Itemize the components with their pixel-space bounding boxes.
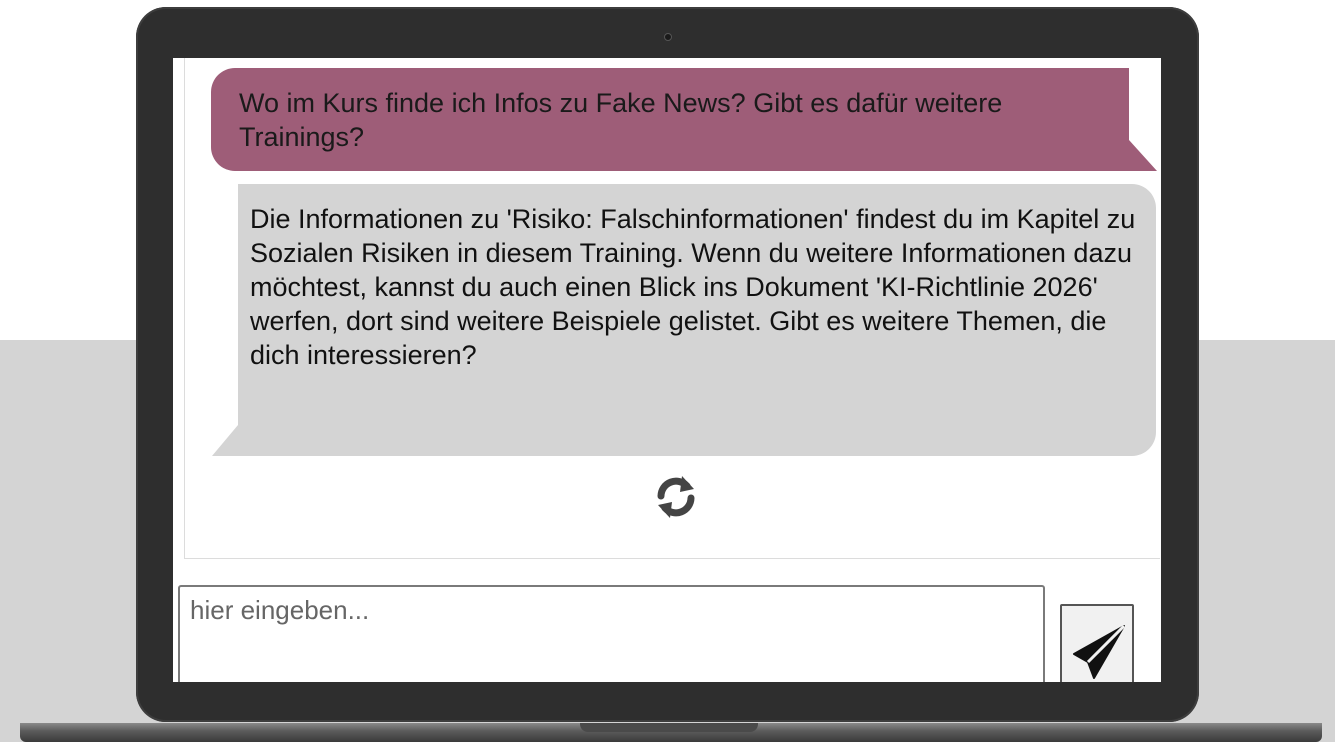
bot-message-text: Die Informationen zu 'Risiko: Falschinfo… bbox=[250, 204, 1136, 370]
webcam bbox=[664, 33, 672, 41]
message-input[interactable] bbox=[178, 585, 1045, 682]
bot-message-tail bbox=[212, 425, 238, 456]
user-message-tail bbox=[1129, 140, 1157, 171]
send-icon bbox=[1073, 624, 1126, 679]
refresh-icon[interactable] bbox=[651, 472, 701, 522]
laptop-base-notch bbox=[580, 723, 758, 732]
send-button[interactable] bbox=[1060, 604, 1134, 682]
laptop-screen: Wo im Kurs finde ich Infos zu Fake News?… bbox=[173, 58, 1161, 682]
user-message-text: Wo im Kurs finde ich Infos zu Fake News?… bbox=[239, 88, 1003, 152]
chat-history: Wo im Kurs finde ich Infos zu Fake News?… bbox=[184, 58, 1160, 559]
bot-message-bubble: Die Informationen zu 'Risiko: Falschinfo… bbox=[238, 184, 1156, 456]
user-message-bubble: Wo im Kurs finde ich Infos zu Fake News?… bbox=[211, 68, 1129, 171]
